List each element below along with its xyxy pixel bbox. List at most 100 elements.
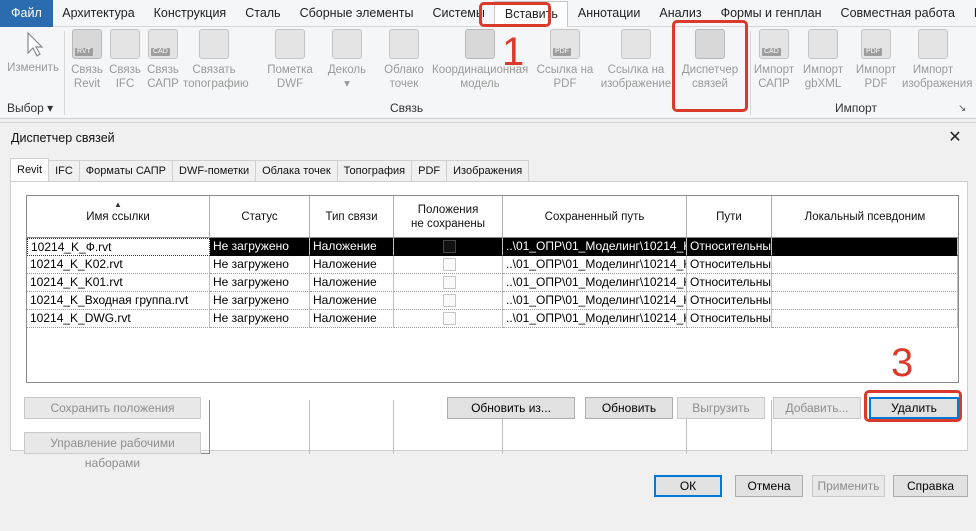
cell-name: 10214_K_K02.rvt	[27, 256, 210, 274]
cell-type: Наложение	[310, 310, 394, 328]
table-row[interactable]: 10214_K_Ф.rvt Не загружено Наложение ..\01_…	[27, 238, 958, 256]
tab-revit[interactable]: Revit	[10, 158, 50, 181]
highlight-insert-tab	[479, 2, 551, 27]
cancel-button[interactable]: Отмена	[735, 475, 803, 497]
ribbon-separator	[750, 31, 751, 115]
cell-paths: Относительны	[687, 238, 772, 256]
import-gbxml-icon	[808, 29, 838, 59]
tab-cad-formats[interactable]: Форматы САПР	[78, 160, 173, 181]
help-button[interactable]: Справка	[893, 475, 968, 497]
icon-tag: RVT	[75, 48, 93, 56]
modify-button[interactable]: Изменить	[4, 29, 62, 75]
ribbon-panel: Изменить Выбор ▾ RVT Связь Revit Связь IFC CA…	[0, 27, 976, 119]
column-header-positions-not-saved[interactable]: Положения не сохранены	[394, 196, 503, 238]
revit-link-button[interactable]: RVT Связь Revit	[66, 29, 108, 91]
icon-tag: PDF	[553, 48, 571, 56]
dwf-markup-icon	[275, 29, 305, 59]
ok-button[interactable]: ОК	[654, 475, 722, 497]
tab-dwf-markups[interactable]: DWF-пометки	[172, 160, 257, 181]
ribbon-button-label: Пометка	[267, 64, 313, 76]
menu-file[interactable]: Файл	[0, 0, 53, 27]
cell-name: 10214_K_Ф.rvt	[27, 238, 210, 256]
reload-button[interactable]: Обновить	[585, 397, 673, 419]
positions-not-saved-checkbox[interactable]	[443, 240, 456, 253]
coordination-model-icon	[465, 29, 495, 59]
revit-link-icon: RVT	[72, 29, 102, 59]
cell-paths: Относительны	[687, 310, 772, 328]
topography-link-icon	[199, 29, 229, 59]
ribbon-button-label: DWF	[276, 78, 304, 90]
cell-path: ..\01_ОПР\01_Моделинг\10214_K	[503, 238, 687, 256]
table-empty-area	[310, 400, 394, 454]
close-icon[interactable]: ✕	[946, 127, 964, 147]
positions-not-saved-checkbox[interactable]	[443, 312, 456, 325]
positions-not-saved-checkbox[interactable]	[443, 276, 456, 289]
column-header-type[interactable]: Тип связи	[310, 196, 394, 238]
link-group-label: Связь	[390, 101, 424, 115]
modify-label: Изменить	[7, 62, 59, 74]
column-header-status[interactable]: Статус	[210, 196, 310, 238]
ribbon-button-label: Импорт	[753, 64, 795, 76]
column-header-name[interactable]: ▲ Имя ссылки	[27, 196, 210, 238]
import-cad-button[interactable]: CAD Импорт САПР	[750, 29, 798, 91]
ribbon-button-label: изображение	[600, 78, 672, 90]
manage-worksets-button[interactable]: Управление рабочими наборами	[24, 432, 201, 470]
import-image-button[interactable]: Импорт изображения	[902, 29, 972, 91]
table-row[interactable]: 10214_K_K02.rvt Не загружено Наложение ..\0…	[27, 256, 958, 274]
ribbon-button-label: Деколь	[327, 64, 367, 76]
cell-type: Наложение	[310, 274, 394, 292]
select-group-label[interactable]: Выбор ▾	[7, 101, 53, 115]
menu-structure[interactable]: Конструкция	[144, 0, 236, 27]
apply-button[interactable]: Применить	[812, 475, 885, 497]
sort-ascending-icon: ▲	[114, 200, 122, 209]
cell-alias	[772, 238, 958, 256]
positions-not-saved-checkbox[interactable]	[443, 294, 456, 307]
table-row[interactable]: 10214_K_DWG.rvt Не загружено Наложение ..\0…	[27, 310, 958, 328]
ribbon-button-label: Связь	[147, 64, 179, 76]
ribbon-button-label: PDF	[553, 78, 577, 90]
menu-architecture[interactable]: Архитектура	[53, 0, 144, 27]
menu-annotate[interactable]: Аннотации	[568, 0, 649, 27]
save-positions-button[interactable]: Сохранить положения	[24, 397, 201, 419]
menu-precast[interactable]: Сборные элементы	[290, 0, 423, 27]
callout-number-3: 3	[891, 341, 914, 385]
tab-topography[interactable]: Топография	[336, 160, 413, 181]
topography-link-button[interactable]: Связать топографию	[183, 29, 249, 91]
column-header-local-alias[interactable]: Локальный псевдоним	[772, 196, 958, 238]
tab-ifc[interactable]: IFC	[48, 160, 80, 181]
import-group-label: Импорт	[835, 101, 877, 115]
unload-button[interactable]: Выгрузить	[677, 397, 765, 419]
decal-button[interactable]: Деколь ▾	[322, 29, 372, 91]
tab-images[interactable]: Изображения	[446, 160, 530, 181]
column-header-saved-path[interactable]: Сохраненный путь	[503, 196, 687, 238]
cell-alias	[772, 292, 958, 310]
cell-name: 10214_K_Входная группа.rvt	[27, 292, 210, 310]
menu-view[interactable]: Вид	[964, 0, 976, 27]
menu-collaborate[interactable]: Совместная работа	[831, 0, 964, 27]
positions-not-saved-checkbox[interactable]	[443, 258, 456, 271]
positions-not-saved-cell	[394, 292, 503, 310]
point-cloud-button[interactable]: Облако точек	[376, 29, 432, 91]
pdf-link-button[interactable]: PDF Ссылка на PDF	[532, 29, 598, 91]
cell-path: ..\01_ОПР\01_Моделинг\10214_K	[503, 256, 687, 274]
import-dialog-launcher-icon[interactable]: ↘	[958, 103, 966, 114]
tab-point-clouds[interactable]: Облака точек	[255, 160, 338, 181]
table-row[interactable]: 10214_K_K01.rvt Не загружено Наложение ..\0…	[27, 274, 958, 292]
ribbon-button-label: Импорт	[912, 64, 954, 76]
image-link-button[interactable]: Ссылка на изображение	[598, 29, 674, 91]
links-table: ▲ Имя ссылки Статус Тип связи Положения …	[26, 195, 959, 454]
ribbon-button-label: Связь	[71, 64, 103, 76]
cell-alias	[772, 256, 958, 274]
cell-status: Не загружено	[210, 238, 310, 256]
cad-link-button[interactable]: CAD Связь САПР	[145, 29, 181, 91]
table-row[interactable]: 10214_K_Входная группа.rvt Не загружено На…	[27, 292, 958, 310]
tab-pdf[interactable]: PDF	[411, 160, 448, 181]
column-header-paths[interactable]: Пути	[687, 196, 772, 238]
reload-from-button[interactable]: Обновить из...	[447, 397, 575, 419]
add-button[interactable]: Добавить...	[773, 397, 861, 419]
dwf-markup-button[interactable]: Пометка DWF	[261, 29, 319, 91]
ifc-link-button[interactable]: Связь IFC	[106, 29, 144, 91]
import-pdf-button[interactable]: PDF Импорт PDF	[850, 29, 902, 91]
menu-steel[interactable]: Сталь	[236, 0, 290, 27]
import-gbxml-button[interactable]: Импорт gbXML	[800, 29, 846, 91]
